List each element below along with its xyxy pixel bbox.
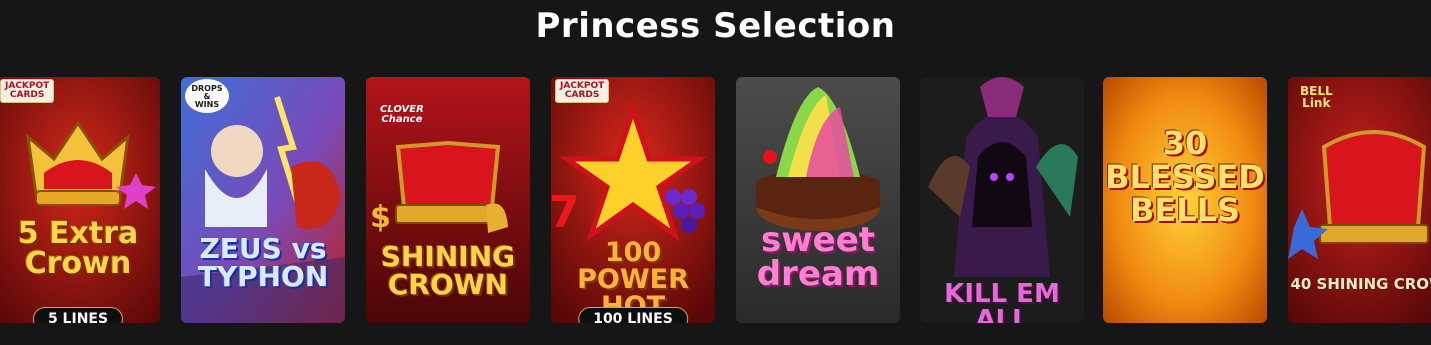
- game-title: 5 Extra Crown: [17, 216, 139, 281]
- section-title: Princess Selection: [535, 6, 896, 46]
- game-card-zeus-vs-typhon[interactable]: ZEUS vs TYPHON DROPS & WINS: [181, 77, 345, 323]
- jackpot-cards-badge: JACKPOT CARDS: [0, 79, 55, 103]
- drops-wins-badge: DROPS & WINS: [185, 79, 229, 113]
- game-title: KILL EM ALL: [944, 279, 1060, 323]
- game-card-sweet-dream[interactable]: sweet dream: [736, 77, 900, 323]
- game-title: sweet dream: [756, 220, 880, 294]
- game-card-kill-em-all[interactable]: KILL EM ALL: [920, 77, 1084, 323]
- jackpot-cards-badge: JACKPOT CARDS: [555, 79, 610, 103]
- game-artwork: [0, 77, 160, 323]
- game-title: SHINING CROWN: [380, 240, 516, 301]
- svg-text:7: 7: [551, 187, 580, 238]
- lines-badge: 100 LINES: [578, 307, 688, 323]
- game-title: ZEUS vs TYPHON: [197, 232, 329, 293]
- game-card-5-extra-crown[interactable]: 5 Extra Crown 5 LINES JACKPOT CARDS: [0, 77, 160, 323]
- game-card-shining-crown[interactable]: $ SHINING CROWN CLOVER Chance: [366, 77, 530, 323]
- clover-chance-badge: CLOVER Chance: [380, 104, 424, 125]
- svg-text:$: $: [370, 200, 391, 235]
- game-carousel: 5 Extra Crown 5 LINES JACKPOT CARDS ZEUS…: [0, 77, 1431, 325]
- game-card-30-blessed-bells[interactable]: 30 BLESSED BELLS: [1103, 77, 1267, 323]
- bell-link-badge: BELL Link: [1300, 84, 1333, 110]
- game-card-100-power-hot[interactable]: 7 100 POWER HOT 100 LINES JACKPOT CARDS: [551, 77, 715, 323]
- game-card-40-shining-crown[interactable]: 40 SHINING CROW BELL Link: [1288, 77, 1431, 323]
- lines-badge: 5 LINES: [32, 307, 124, 323]
- game-title: 40 SHINING CROW: [1290, 275, 1431, 293]
- game-title: 30 BLESSED BELLS: [1105, 124, 1265, 230]
